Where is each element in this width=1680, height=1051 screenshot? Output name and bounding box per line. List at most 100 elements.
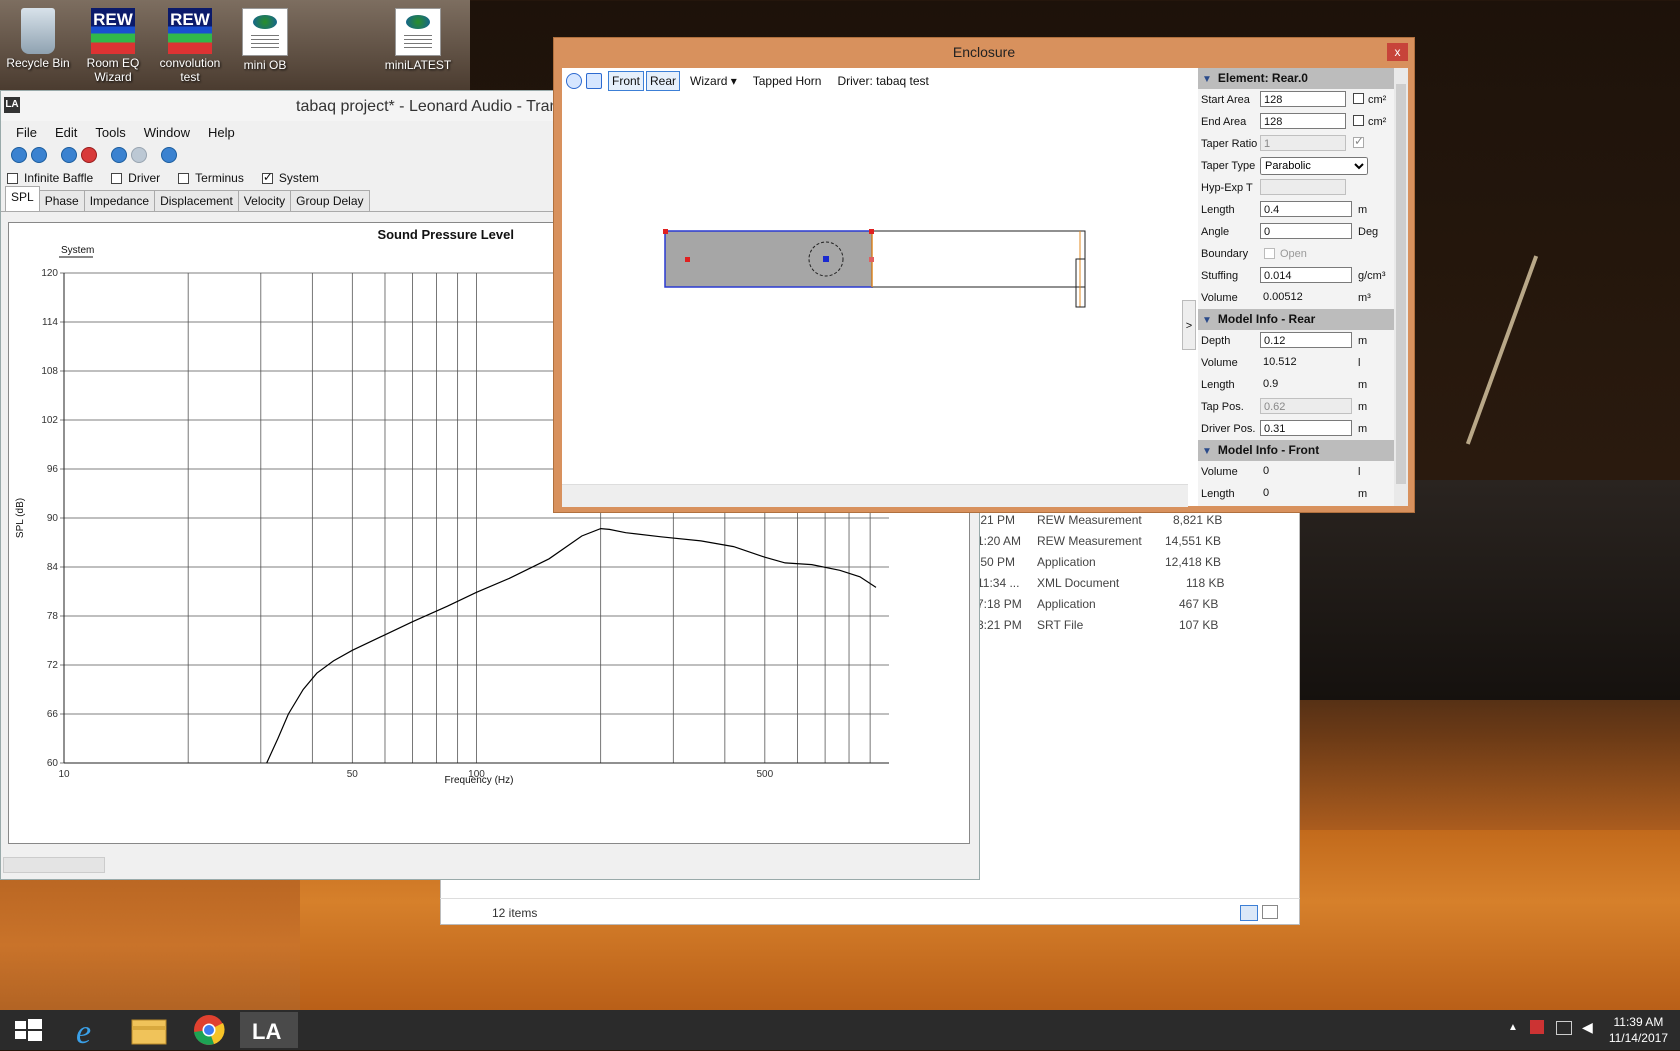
checkbox-box[interactable] [262, 173, 273, 184]
y-tick-label: 72 [47, 660, 59, 671]
internet-explorer-icon: e [60, 1012, 118, 1048]
tab-spl[interactable]: SPL [5, 186, 40, 211]
properties-scrollbar[interactable] [1394, 68, 1408, 506]
element-section-header[interactable]: Element: Rear.0 [1198, 68, 1408, 89]
model-info-rear-header[interactable]: Model Info - Rear [1198, 309, 1408, 330]
tab-phase[interactable]: Phase [39, 190, 85, 211]
explorer-status-bar: 12 items [440, 898, 1300, 927]
large-icons-view-icon[interactable] [1262, 905, 1278, 919]
driver-pos-input[interactable]: 0.31 [1260, 420, 1352, 436]
taper-type-select[interactable]: Parabolic [1260, 157, 1368, 175]
prop-driver-pos: Driver Pos.0.31m [1198, 418, 1408, 440]
angle-input[interactable]: 0 [1260, 223, 1352, 239]
main-window-title: tabaq project* - Leonard Audio - Trans [296, 98, 566, 116]
taskbar-internet-explorer[interactable]: e [60, 1012, 118, 1048]
tab-velocity[interactable]: Velocity [238, 190, 291, 211]
menu-window[interactable]: Window [135, 125, 199, 140]
y-tick-label: 66 [47, 709, 59, 720]
enclosure-status-bar [562, 484, 1188, 507]
step-forward-icon[interactable] [131, 147, 147, 163]
network-icon[interactable] [1556, 1021, 1572, 1035]
boundary-checkbox [1264, 248, 1275, 259]
y-tick-label: 90 [47, 513, 59, 524]
resize-handle[interactable] [663, 229, 668, 234]
start-area-input[interactable]: 128 [1260, 91, 1346, 107]
desktop-icon-recycle-bin[interactable]: Recycle Bin [3, 8, 73, 70]
end-area-checkbox[interactable] [1353, 115, 1364, 126]
menu-tools[interactable]: Tools [86, 125, 134, 140]
prop-length: Length0.4m [1198, 199, 1408, 221]
desktop-icon-room-eq-wizard[interactable]: REW Room EQ Wizard [78, 8, 148, 84]
details-view-icon[interactable] [1240, 905, 1258, 921]
clock[interactable]: 11:39 AM 11/14/2017 [1609, 1014, 1668, 1046]
taper-ratio-input: 1 [1260, 135, 1346, 151]
prop-tap-pos: Tap Pos.0.62m [1198, 396, 1408, 418]
checkbox-box[interactable] [178, 173, 189, 184]
prop-angle: Angle0Deg [1198, 221, 1408, 243]
prop-taper-ratio: Taper Ratio1 [1198, 133, 1408, 155]
wallpaper-lamp [1466, 255, 1538, 444]
desktop-icon-minilatest[interactable]: miniLATEST [383, 8, 453, 72]
enclosure-toolbar: Front Rear Wizard ▾ Tapped Horn Driver: … [562, 68, 1188, 94]
item-count: 12 items [492, 906, 537, 920]
checkbox-box[interactable] [7, 173, 18, 184]
tab-displacement[interactable]: Displacement [154, 190, 239, 211]
depth-input[interactable]: 0.12 [1260, 332, 1352, 348]
hyp-exp-input [1260, 179, 1346, 195]
taskbar-chrome[interactable] [180, 1012, 238, 1048]
close-button[interactable]: x [1387, 43, 1408, 61]
checkbox-infinite-baffle[interactable]: Infinite Baffle [7, 171, 93, 185]
checkbox-box[interactable] [111, 173, 122, 184]
rear-chamber-element[interactable] [665, 231, 872, 287]
y-tick-label: 96 [47, 464, 59, 475]
wrench-icon[interactable] [586, 73, 602, 89]
driver-center-handle[interactable] [823, 256, 829, 262]
recycle-bin-icon [21, 8, 55, 54]
action-center-flag-icon[interactable] [1530, 1020, 1544, 1034]
enclosure-canvas[interactable] [562, 94, 1188, 484]
volume-icon[interactable]: ◀ [1582, 1019, 1593, 1036]
wizard-dropdown[interactable]: Wizard ▾ [690, 74, 737, 88]
collapse-properties-button[interactable]: > [1182, 300, 1196, 350]
file-explorer-icon [120, 1012, 178, 1048]
leonard-audio-app-icon: LA [4, 97, 20, 113]
front-button[interactable]: Front [608, 71, 644, 91]
driver-label: Driver: tabaq test [837, 74, 928, 88]
checkbox-terminus[interactable]: Terminus [178, 171, 244, 185]
start-area-checkbox[interactable] [1353, 93, 1364, 104]
taskbar-leonard-audio[interactable]: LA [240, 1012, 298, 1048]
resize-handle[interactable] [869, 257, 874, 262]
rew-icon: REW [168, 8, 212, 54]
open-project-icon[interactable] [11, 147, 27, 163]
menu-help[interactable]: Help [199, 125, 244, 140]
tray-chevron-icon[interactable]: ▲ [1508, 1022, 1518, 1033]
rear-button[interactable]: Rear [646, 71, 680, 91]
desktop-icon-convolution-test[interactable]: REW convolution test [155, 8, 225, 84]
legend-system: System [61, 245, 94, 256]
front-chamber-element[interactable] [872, 231, 1085, 287]
end-area-input[interactable]: 128 [1260, 113, 1346, 129]
checkbox-driver[interactable]: Driver [111, 171, 160, 185]
desktop-icon-mini-ob[interactable]: mini OB [230, 8, 300, 72]
checkbox-system[interactable]: System [262, 171, 319, 185]
length-input[interactable]: 0.4 [1260, 201, 1352, 217]
model-info-front-header[interactable]: Model Info - Front [1198, 440, 1408, 461]
play-icon[interactable] [566, 73, 582, 89]
menu-edit[interactable]: Edit [46, 125, 86, 140]
tab-impedance[interactable]: Impedance [84, 190, 155, 211]
play-icon[interactable] [161, 147, 177, 163]
stuffing-input[interactable]: 0.014 [1260, 267, 1352, 283]
step-back-icon[interactable] [111, 147, 127, 163]
record-icon[interactable] [61, 147, 77, 163]
svg-text:LA: LA [252, 1019, 281, 1044]
save-project-icon[interactable] [31, 147, 47, 163]
rear-volume-value: 10.512 [1260, 354, 1346, 370]
x-tick-label: 10 [58, 769, 70, 780]
resize-handle[interactable] [869, 229, 874, 234]
taskbar-file-explorer[interactable] [120, 1012, 178, 1048]
resize-handle[interactable] [685, 257, 690, 262]
stop-record-icon[interactable] [81, 147, 97, 163]
tab-group-delay[interactable]: Group Delay [290, 190, 369, 211]
start-button[interactable] [0, 1012, 58, 1048]
menu-file[interactable]: File [7, 125, 46, 140]
